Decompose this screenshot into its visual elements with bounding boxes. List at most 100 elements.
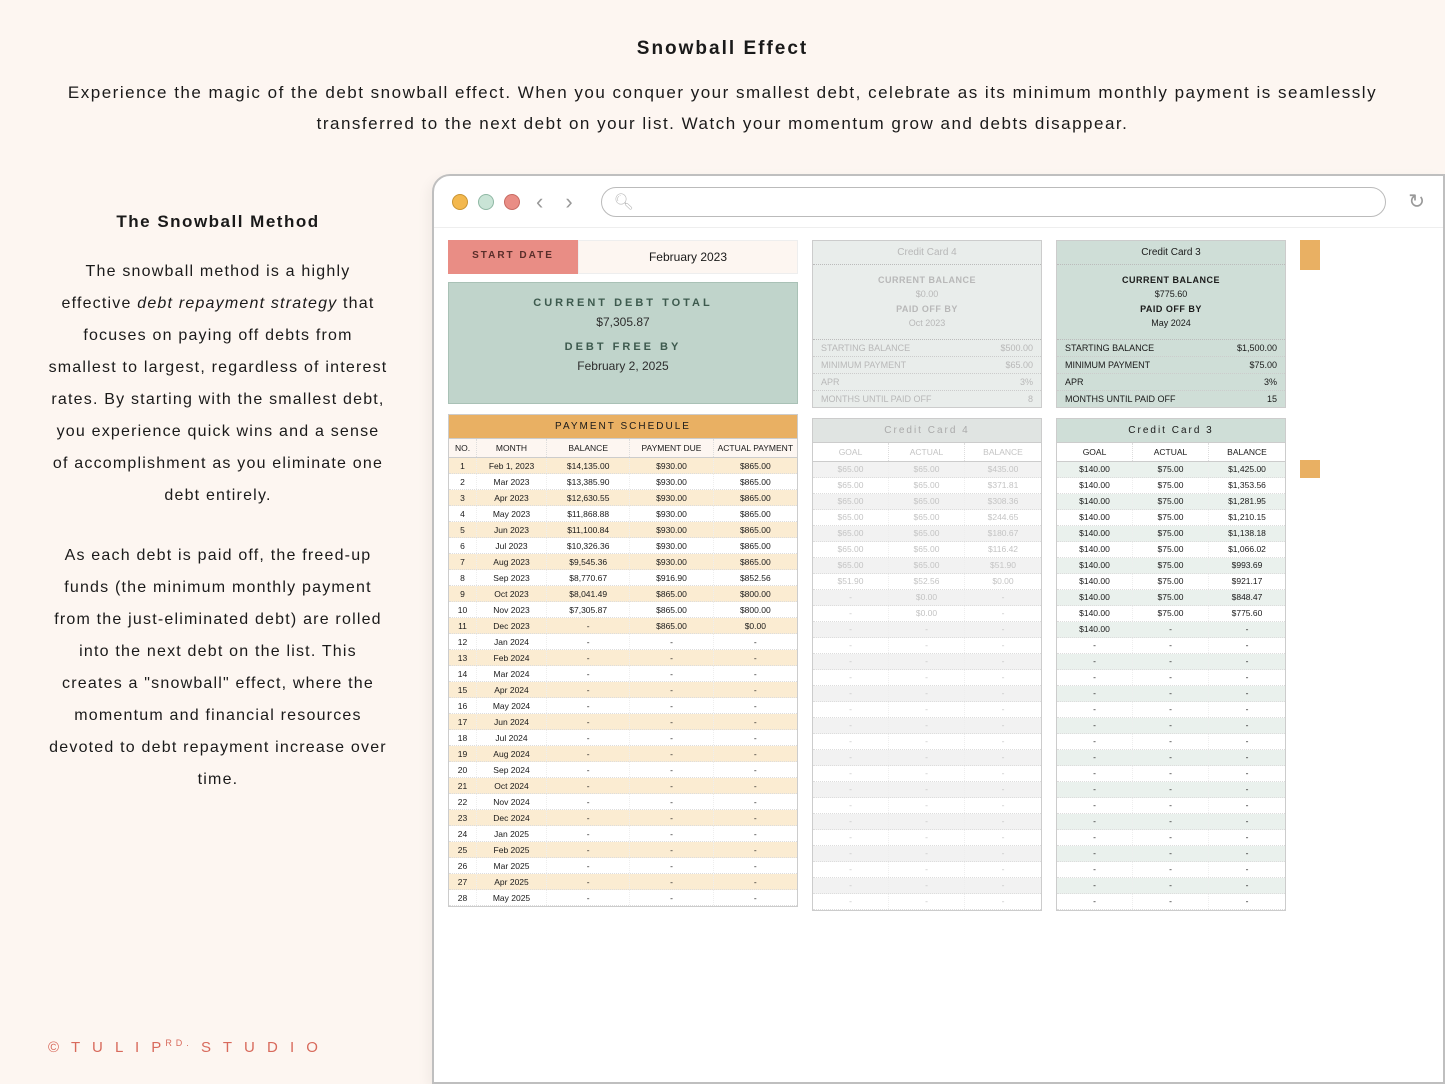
table-row[interactable]: 6Jul 2023$10,326.36$930.00$865.00 bbox=[449, 538, 797, 554]
table-row[interactable]: 26Mar 2025--- bbox=[449, 858, 797, 874]
card3-paidoff-value: May 2024 bbox=[1151, 318, 1191, 328]
address-bar[interactable]: 🔍︎ bbox=[601, 187, 1387, 217]
table-row[interactable]: $140.00$75.00$848.47 bbox=[1057, 590, 1285, 606]
kv-row: MINIMUM PAYMENT$65.00 bbox=[813, 357, 1041, 374]
card3-paidoff-label: PAID OFF BY bbox=[1057, 302, 1285, 316]
table-row[interactable]: --- bbox=[813, 702, 1041, 718]
table-row[interactable]: 3Apr 2023$12,630.55$930.00$865.00 bbox=[449, 490, 797, 506]
table-row[interactable]: -$0.00- bbox=[813, 606, 1041, 622]
col-header: GOAL bbox=[813, 443, 889, 461]
table-row[interactable]: 7Aug 2023$9,545.36$930.00$865.00 bbox=[449, 554, 797, 570]
table-row[interactable]: --- bbox=[813, 894, 1041, 910]
table-row[interactable]: --- bbox=[813, 638, 1041, 654]
table-row[interactable]: --- bbox=[1057, 894, 1285, 910]
table-row[interactable]: 22Nov 2024--- bbox=[449, 794, 797, 810]
table-row[interactable]: --- bbox=[1057, 638, 1285, 654]
table-row[interactable]: -$0.00- bbox=[813, 590, 1041, 606]
table-row[interactable]: --- bbox=[1057, 766, 1285, 782]
table-row[interactable]: --- bbox=[1057, 686, 1285, 702]
table-row[interactable]: 21Oct 2024--- bbox=[449, 778, 797, 794]
table-row[interactable]: --- bbox=[813, 782, 1041, 798]
table-row[interactable]: --- bbox=[1057, 670, 1285, 686]
table-row[interactable]: --- bbox=[813, 846, 1041, 862]
table-row[interactable]: --- bbox=[1057, 846, 1285, 862]
table-row[interactable]: 4May 2023$11,868.88$930.00$865.00 bbox=[449, 506, 797, 522]
table-row[interactable]: 15Apr 2024--- bbox=[449, 682, 797, 698]
table-row[interactable]: --- bbox=[813, 654, 1041, 670]
table-row[interactable]: $140.00$75.00$1,210.15 bbox=[1057, 510, 1285, 526]
table-row[interactable]: $140.00$75.00$775.60 bbox=[1057, 606, 1285, 622]
table-row[interactable]: 9Oct 2023$8,041.49$865.00$800.00 bbox=[449, 586, 797, 602]
table-row[interactable]: $51.90$52.56$0.00 bbox=[813, 574, 1041, 590]
table-row[interactable]: $140.00$75.00$1,281.95 bbox=[1057, 494, 1285, 510]
table-row[interactable]: --- bbox=[813, 830, 1041, 846]
table-row[interactable]: $140.00$75.00$1,066.02 bbox=[1057, 542, 1285, 558]
table-row[interactable]: 18Jul 2024--- bbox=[449, 730, 797, 746]
table-row[interactable]: $65.00$65.00$308.36 bbox=[813, 494, 1041, 510]
table-row[interactable]: --- bbox=[813, 798, 1041, 814]
table-row[interactable]: --- bbox=[1057, 702, 1285, 718]
table-row[interactable]: --- bbox=[813, 686, 1041, 702]
table-row[interactable]: $65.00$65.00$116.42 bbox=[813, 542, 1041, 558]
table-row[interactable]: 23Dec 2024--- bbox=[449, 810, 797, 826]
table-row[interactable]: 12Jan 2024--- bbox=[449, 634, 797, 650]
table-row[interactable]: 19Aug 2024--- bbox=[449, 746, 797, 762]
table-row[interactable]: 20Sep 2024--- bbox=[449, 762, 797, 778]
table-row[interactable]: 24Jan 2025--- bbox=[449, 826, 797, 842]
nav-forward-icon[interactable]: › bbox=[559, 189, 578, 215]
table-row[interactable]: $140.00$75.00$1,138.18 bbox=[1057, 526, 1285, 542]
table-row[interactable]: --- bbox=[1057, 798, 1285, 814]
table-row[interactable]: --- bbox=[1057, 750, 1285, 766]
table-row[interactable]: --- bbox=[1057, 814, 1285, 830]
table-row[interactable]: $65.00$65.00$180.67 bbox=[813, 526, 1041, 542]
table-row[interactable]: $140.00$75.00$921.17 bbox=[1057, 574, 1285, 590]
table-row[interactable]: 5Jun 2023$11,100.84$930.00$865.00 bbox=[449, 522, 797, 538]
table-row[interactable]: $140.00$75.00$1,425.00 bbox=[1057, 462, 1285, 478]
table-row[interactable]: 1Feb 1, 2023$14,135.00$930.00$865.00 bbox=[449, 458, 797, 474]
table-row[interactable]: --- bbox=[1057, 830, 1285, 846]
credit-card-4-table: Credit Card 4 GOALACTUALBALANCE $65.00$6… bbox=[812, 418, 1042, 911]
table-row[interactable]: $65.00$65.00$435.00 bbox=[813, 462, 1041, 478]
table-row[interactable]: 14Mar 2024--- bbox=[449, 666, 797, 682]
table-row[interactable]: --- bbox=[813, 670, 1041, 686]
table-row[interactable]: 27Apr 2025--- bbox=[449, 874, 797, 890]
table-row[interactable]: 25Feb 2025--- bbox=[449, 842, 797, 858]
table-row[interactable]: --- bbox=[813, 750, 1041, 766]
table-row[interactable]: --- bbox=[1057, 734, 1285, 750]
table-row[interactable]: 17Jun 2024--- bbox=[449, 714, 797, 730]
window-dot-maximize[interactable] bbox=[478, 194, 494, 210]
table-row[interactable]: 2Mar 2023$13,385.90$930.00$865.00 bbox=[449, 474, 797, 490]
table-row[interactable]: $140.00-- bbox=[1057, 622, 1285, 638]
window-dot-close[interactable] bbox=[504, 194, 520, 210]
table-row[interactable]: 11Dec 2023-$865.00$0.00 bbox=[449, 618, 797, 634]
table-row[interactable]: 16May 2024--- bbox=[449, 698, 797, 714]
col-header: BALANCE bbox=[1209, 443, 1285, 461]
table-row[interactable]: --- bbox=[813, 766, 1041, 782]
table-row[interactable]: $65.00$65.00$244.65 bbox=[813, 510, 1041, 526]
table-row[interactable]: $65.00$65.00$51.90 bbox=[813, 558, 1041, 574]
table-row[interactable]: $140.00$75.00$1,353.56 bbox=[1057, 478, 1285, 494]
credit-card-3-table: Credit Card 3 GOALACTUALBALANCE $140.00$… bbox=[1056, 418, 1286, 911]
table-row[interactable]: --- bbox=[1057, 654, 1285, 670]
table-row[interactable]: 10Nov 2023$7,305.87$865.00$800.00 bbox=[449, 602, 797, 618]
table-row[interactable]: --- bbox=[1057, 782, 1285, 798]
window-dot-minimize[interactable] bbox=[452, 194, 468, 210]
table-row[interactable]: $65.00$65.00$371.81 bbox=[813, 478, 1041, 494]
table-row[interactable]: $140.00$75.00$993.69 bbox=[1057, 558, 1285, 574]
table-row[interactable]: 13Feb 2024--- bbox=[449, 650, 797, 666]
kv-row: STARTING BALANCE$1,500.00 bbox=[1057, 340, 1285, 357]
start-date-value[interactable]: February 2023 bbox=[578, 240, 798, 274]
table-row[interactable]: --- bbox=[1057, 862, 1285, 878]
table-row[interactable]: --- bbox=[813, 734, 1041, 750]
nav-back-icon[interactable]: ‹ bbox=[530, 189, 549, 215]
table-row[interactable]: 8Sep 2023$8,770.67$916.90$852.56 bbox=[449, 570, 797, 586]
table-row[interactable]: --- bbox=[813, 718, 1041, 734]
table-row[interactable]: --- bbox=[813, 878, 1041, 894]
table-row[interactable]: --- bbox=[1057, 878, 1285, 894]
table-row[interactable]: --- bbox=[813, 814, 1041, 830]
table-row[interactable]: --- bbox=[1057, 718, 1285, 734]
table-row[interactable]: --- bbox=[813, 862, 1041, 878]
table-row[interactable]: --- bbox=[813, 622, 1041, 638]
table-row[interactable]: 28May 2025--- bbox=[449, 890, 797, 906]
reload-icon[interactable]: ↻ bbox=[1408, 189, 1425, 214]
